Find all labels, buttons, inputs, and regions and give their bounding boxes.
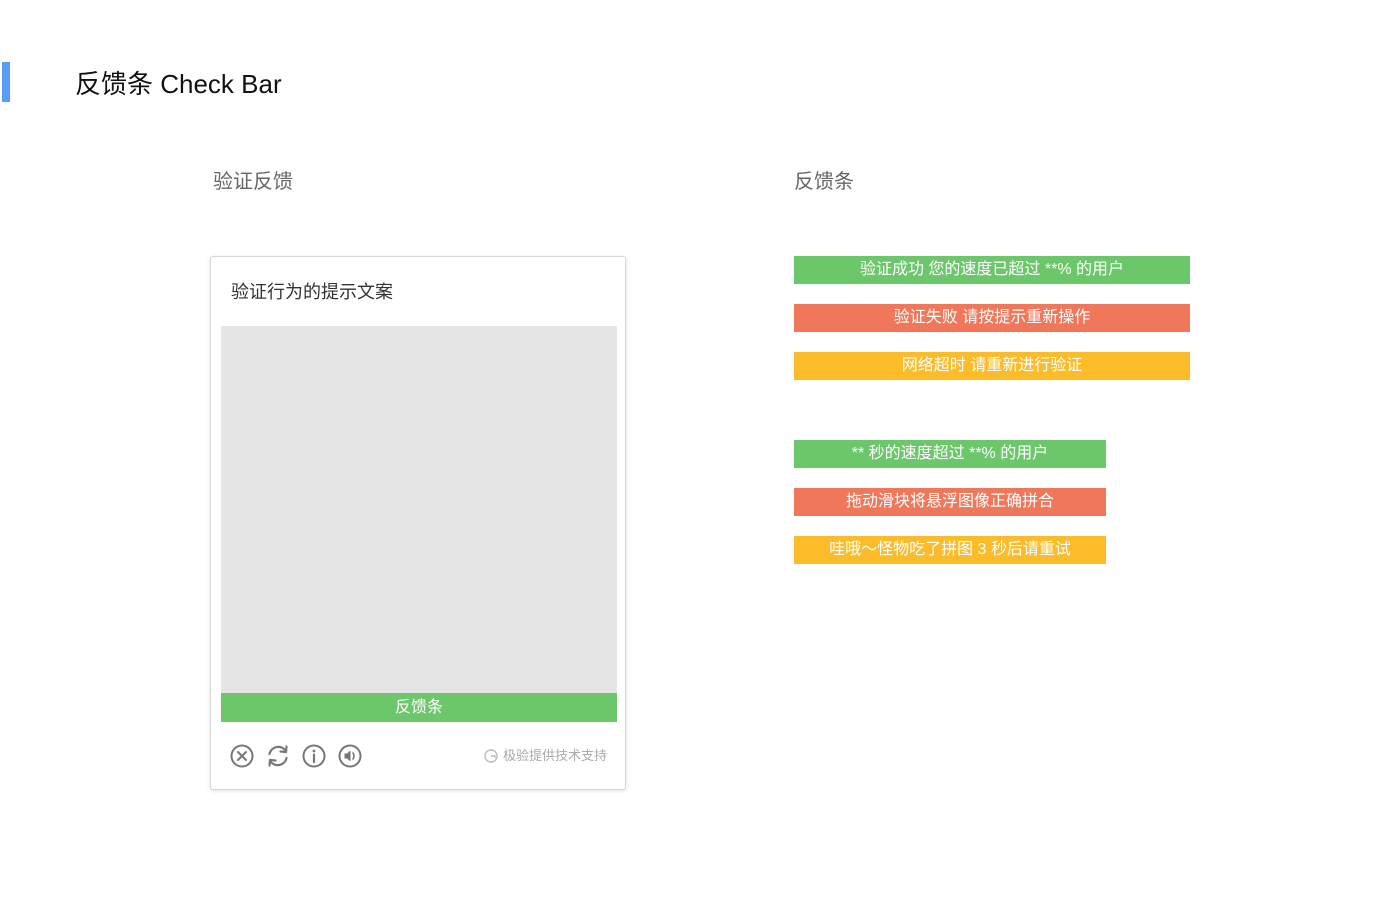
feedback-bar-error: 验证失败 请按提示重新操作 [794,304,1190,332]
feedback-bar-error-short: 拖动滑块将悬浮图像正确拼合 [794,488,1106,516]
page-title: 反馈条 Check Bar [75,69,282,99]
feedback-bar-success: 验证成功 您的速度已超过 **% 的用户 [794,256,1190,284]
section-title-verify-feedback: 验证反馈 [213,171,293,193]
section-title-feedback-bar: 反馈条 [794,171,854,193]
audio-icon[interactable] [337,743,363,769]
captcha-prompt: 验证行为的提示文案 [231,282,393,302]
title-accent-bar [2,62,10,102]
feedback-bar-warning: 网络超时 请重新进行验证 [794,352,1190,380]
feedback-bar-warning-short: 哇哦～怪物吃了拼图 3 秒后请重试 [794,536,1106,564]
close-icon[interactable] [229,743,255,769]
captcha-controls [229,743,363,769]
geetest-logo-icon [484,749,498,763]
captcha-card: 验证行为的提示文案 反馈条 极验提供技术支持 [210,256,626,790]
feedback-bar-success-short: ** 秒的速度超过 **% 的用户 [794,440,1106,468]
refresh-icon[interactable] [265,743,291,769]
captcha-image-area[interactable] [221,326,617,693]
captcha-feedback-bar: 反馈条 [221,693,617,722]
info-icon[interactable] [301,743,327,769]
brand-credit-text: 极验提供技术支持 [502,748,607,763]
brand-credit[interactable]: 极验提供技术支持 [483,747,607,765]
